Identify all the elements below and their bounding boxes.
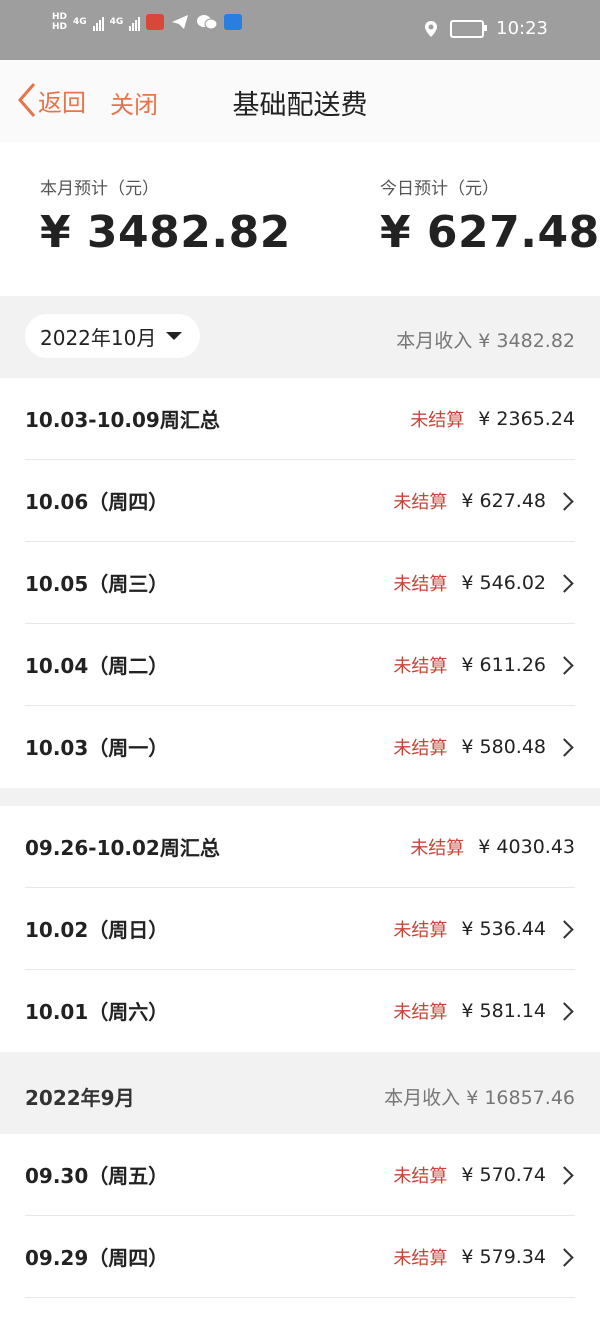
settlement-status: 未结算 bbox=[393, 1166, 448, 1187]
day-row-partial[interactable] bbox=[0, 1298, 600, 1333]
month-header-bar: 2022年9月 本月收入 ¥ 16857.46 bbox=[0, 1052, 600, 1134]
day-row[interactable]: 10.03（周一） 未结算 ¥ 580.48 bbox=[0, 706, 600, 788]
day-row[interactable]: 10.04（周二） 未结算 ¥ 611.26 bbox=[0, 624, 600, 706]
hd-badges: HD HD bbox=[52, 12, 67, 32]
hd-badge-2: HD bbox=[52, 22, 68, 32]
day-amount: ¥ 570.74 bbox=[461, 1164, 546, 1186]
day-amount: ¥ 581.14 bbox=[461, 1000, 546, 1022]
month-income: 本月收入 ¥ 16857.46 bbox=[384, 1083, 575, 1110]
location-icon bbox=[425, 20, 438, 37]
section-separator bbox=[0, 788, 600, 806]
day-label: 09.29（周四） bbox=[25, 1246, 169, 1270]
settlement-status: 未结算 bbox=[393, 656, 448, 677]
today-estimate: 今日预计（元） ¥ 627.48 bbox=[380, 174, 600, 258]
caret-down-icon bbox=[166, 332, 183, 340]
day-row[interactable]: 10.06（周四） 未结算 ¥ 627.48 bbox=[0, 460, 600, 542]
lightbulb-app-icon bbox=[224, 14, 243, 30]
chevron-right-icon bbox=[555, 573, 574, 593]
month-selector-label: 2022年10月 bbox=[40, 325, 157, 350]
day-amount: ¥ 579.34 bbox=[461, 1246, 546, 1268]
settlement-status: 未结算 bbox=[393, 1002, 448, 1023]
settlement-status: 未结算 bbox=[410, 410, 465, 431]
chevron-right-icon bbox=[555, 1001, 574, 1021]
month-filter-bar: 2022年10月 本月收入 ¥ 3482.82 bbox=[0, 296, 600, 378]
day-amount: ¥ 536.44 bbox=[461, 918, 546, 940]
day-label: 10.02（周日） bbox=[25, 918, 169, 942]
today-estimate-label: 今日预计（元） bbox=[380, 179, 499, 199]
month-selector[interactable]: 2022年10月 bbox=[25, 314, 200, 358]
day-label: 10.06（周四） bbox=[25, 490, 169, 514]
month-income-value: ¥ 3482.82 bbox=[478, 330, 575, 352]
status-left-icons: HD HD 4G 4G bbox=[52, 12, 243, 32]
chevron-right-icon bbox=[555, 737, 574, 757]
month-estimate: 本月预计（元） ¥ 3482.82 bbox=[40, 174, 291, 258]
settlement-status: 未结算 bbox=[393, 738, 448, 759]
chevron-right-icon bbox=[555, 919, 574, 939]
settlement-status: 未结算 bbox=[393, 920, 448, 941]
month-header-title: 2022年9月 bbox=[25, 1086, 135, 1110]
chevron-right-icon bbox=[555, 655, 574, 675]
net-type-2: 4G bbox=[109, 17, 124, 27]
day-row[interactable]: 09.29（周四） 未结算 ¥ 579.34 bbox=[0, 1216, 600, 1298]
nav-bar: 返回 关闭 基础配送费 bbox=[0, 60, 600, 143]
net-type-1: 4G bbox=[73, 17, 87, 27]
page-title: 基础配送费 bbox=[232, 90, 368, 121]
chevron-right-icon bbox=[555, 1165, 574, 1185]
day-row[interactable]: 09.30（周五） 未结算 ¥ 570.74 bbox=[0, 1134, 600, 1216]
day-label: 10.01（周六） bbox=[25, 1000, 169, 1024]
day-label: 10.03（周一） bbox=[25, 736, 169, 760]
month-income-value: ¥ 16857.46 bbox=[466, 1087, 575, 1109]
day-row[interactable]: 10.01（周六） 未结算 ¥ 581.14 bbox=[0, 970, 600, 1052]
day-amount: ¥ 580.48 bbox=[461, 736, 546, 758]
app-delivery-icon bbox=[146, 14, 165, 30]
month-income-label: 本月收入 bbox=[396, 330, 473, 352]
day-row[interactable]: 10.02（周日） 未结算 ¥ 536.44 bbox=[0, 888, 600, 970]
week-summary-amount: ¥ 2365.24 bbox=[478, 408, 575, 430]
status-right: 10:23 bbox=[424, 18, 548, 39]
week-summary-row: 09.26-10.02周汇总 未结算 ¥ 4030.43 bbox=[0, 806, 600, 888]
month-estimate-value: ¥ 3482.82 bbox=[40, 207, 291, 258]
day-label: 09.30（周五） bbox=[25, 1164, 169, 1188]
week-summary-label: 10.03-10.09周汇总 bbox=[25, 408, 220, 432]
wechat-icon bbox=[197, 15, 218, 30]
day-label: 10.04（周二） bbox=[25, 654, 169, 678]
summary-panel: 本月预计（元） ¥ 3482.82 今日预计（元） ¥ 627.48 bbox=[0, 142, 600, 296]
settlement-status: 未结算 bbox=[393, 492, 448, 513]
today-estimate-value: ¥ 627.48 bbox=[380, 207, 600, 258]
month-income-label: 本月收入 bbox=[384, 1087, 461, 1109]
telegram-icon bbox=[172, 15, 189, 29]
week-summary-label: 09.26-10.02周汇总 bbox=[25, 836, 220, 860]
month-estimate-label: 本月预计（元） bbox=[40, 179, 159, 199]
settlement-status: 未结算 bbox=[393, 1248, 448, 1269]
hd-badge-1: HD bbox=[52, 12, 68, 22]
day-amount: ¥ 627.48 bbox=[461, 490, 546, 512]
settlement-status: 未结算 bbox=[410, 838, 465, 859]
day-label: 10.05（周三） bbox=[25, 572, 169, 596]
signal-icon-2 bbox=[129, 13, 141, 31]
day-amount: ¥ 611.26 bbox=[461, 654, 546, 676]
status-bar: HD HD 4G 4G 10:23 bbox=[0, 0, 600, 60]
month-income: 本月收入 ¥ 3482.82 bbox=[396, 326, 575, 353]
settlement-status: 未结算 bbox=[393, 574, 448, 595]
day-amount: ¥ 546.02 bbox=[461, 572, 546, 594]
signal-icon bbox=[92, 13, 104, 31]
week-summary-row: 10.03-10.09周汇总 未结算 ¥ 2365.24 bbox=[0, 378, 600, 460]
battery-icon bbox=[450, 19, 488, 38]
week-summary-amount: ¥ 4030.43 bbox=[478, 836, 575, 858]
day-row[interactable]: 10.05（周三） 未结算 ¥ 546.02 bbox=[0, 542, 600, 624]
chevron-right-icon bbox=[555, 1247, 574, 1267]
chevron-right-icon bbox=[555, 491, 574, 511]
clock: 10:23 bbox=[496, 18, 548, 39]
